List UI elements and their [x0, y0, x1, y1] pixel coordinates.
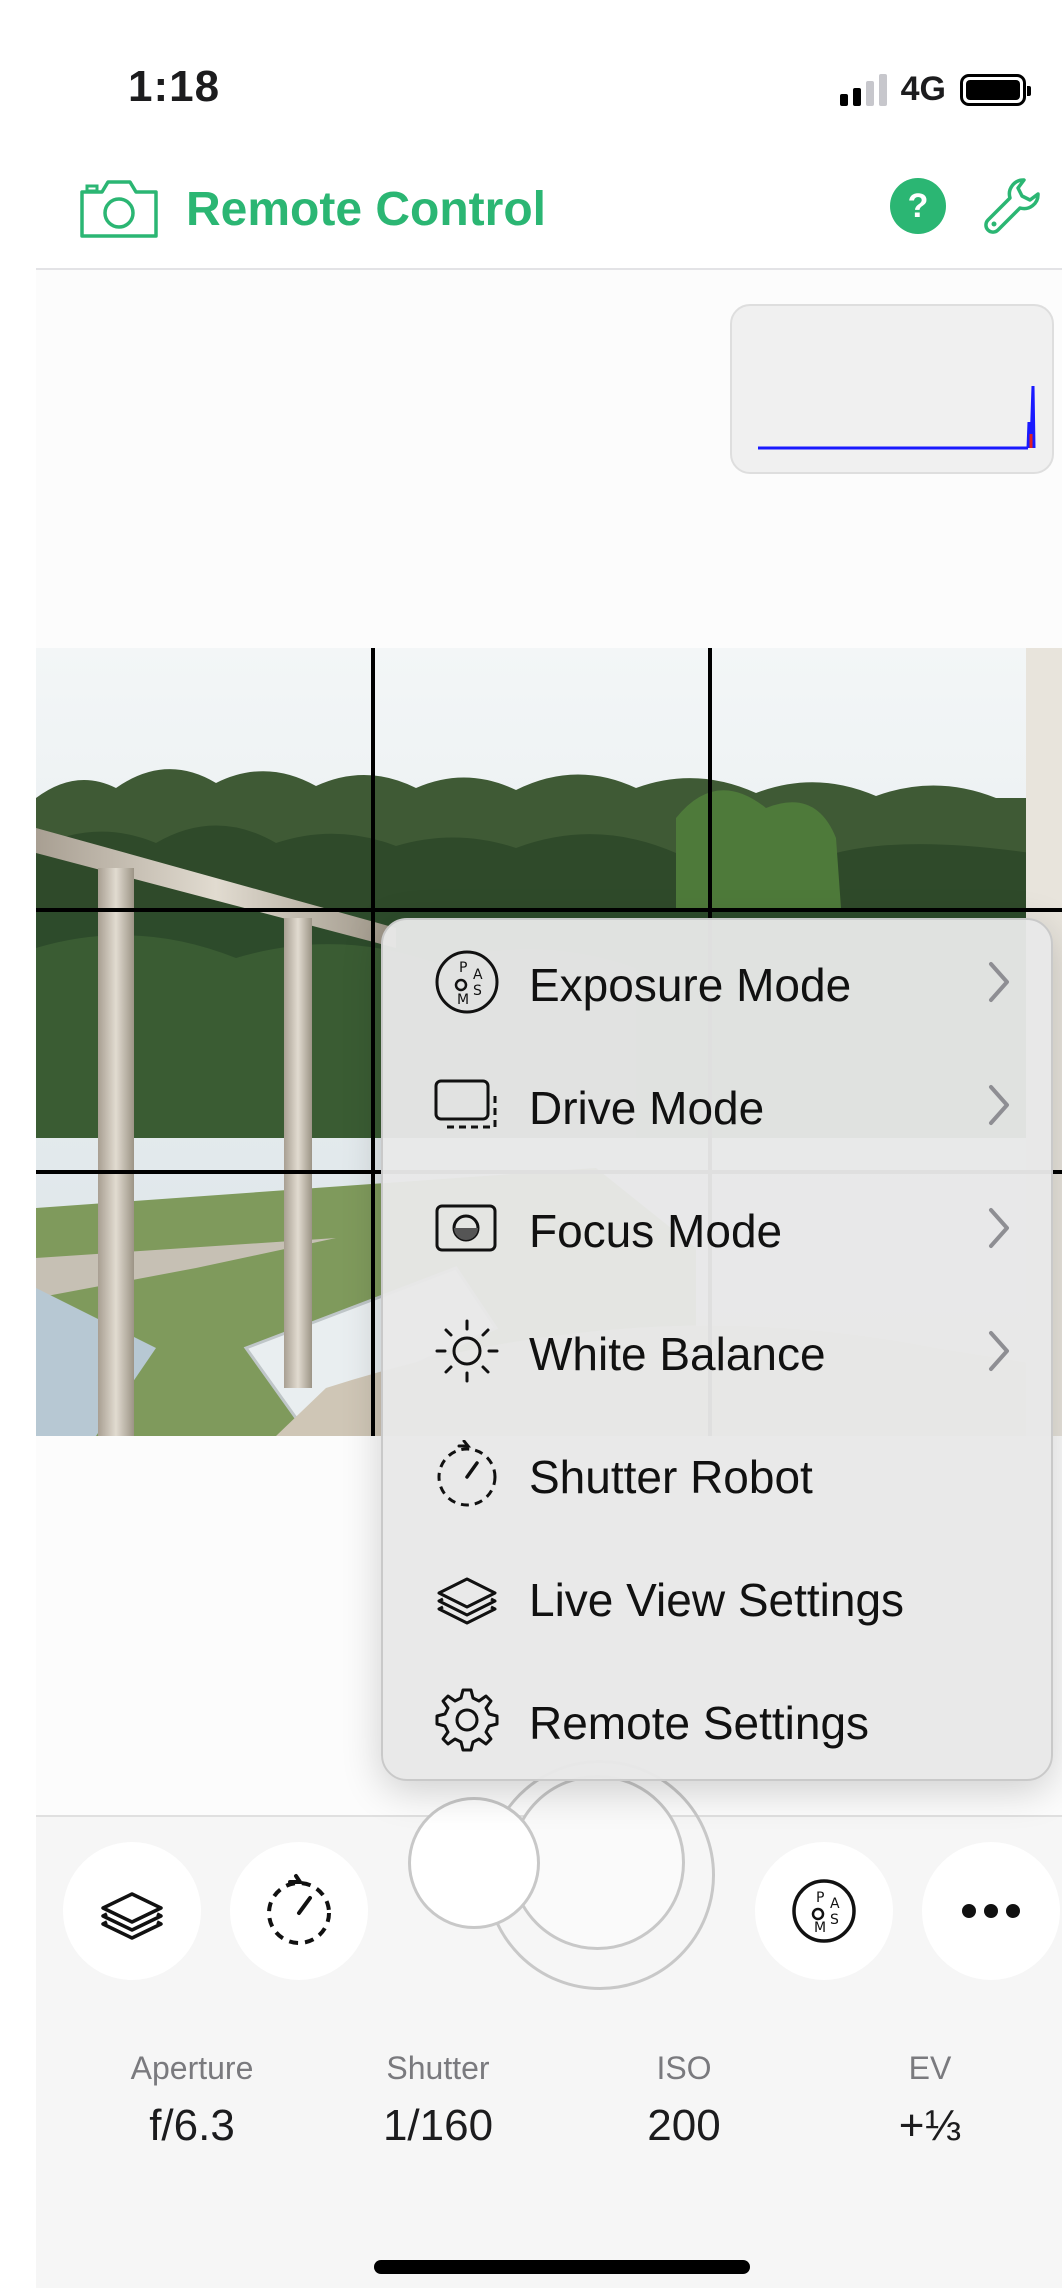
menu-item-label: Drive Mode — [529, 1082, 765, 1134]
exposure-mode-button[interactable]: P A S M — [755, 1842, 893, 1980]
timer-icon — [437, 1440, 497, 1507]
setting-value: +⅓ — [898, 2101, 962, 2150]
gear-icon — [435, 1688, 499, 1752]
menu-item-live-view-settings[interactable]: Live View Settings — [383, 1535, 1051, 1658]
more-options-button[interactable] — [922, 1842, 1060, 1980]
menu-item-label: Live View Settings — [529, 1574, 905, 1626]
menu-item-label: Exposure Mode — [529, 959, 852, 1011]
drive-mode-icon — [434, 1079, 497, 1129]
cellular-signal-icon — [839, 73, 887, 106]
chevron-right-icon — [989, 1208, 1009, 1248]
menu-item-label: Focus Mode — [529, 1205, 783, 1257]
page-title: Remote Control — [186, 183, 546, 236]
setting-value: f/6.3 — [149, 2101, 235, 2150]
iso-setting[interactable]: ISO 200 — [584, 2050, 784, 2151]
exposure-mode-dial-icon: P A S M — [435, 950, 499, 1014]
menu-item-label: Remote Settings — [529, 1697, 870, 1749]
setting-label: EV — [908, 2050, 952, 2086]
setting-label: Aperture — [130, 2050, 254, 2086]
shutter-setting[interactable]: Shutter 1/160 — [338, 2050, 538, 2151]
home-indicator[interactable] — [374, 2260, 750, 2274]
setting-label: ISO — [656, 2050, 712, 2086]
setting-value: 200 — [647, 2101, 721, 2150]
aperture-setting[interactable]: Aperture f/6.3 — [92, 2050, 292, 2151]
svg-text:A: A — [473, 967, 483, 983]
menu-item-focus-mode[interactable]: Focus Mode — [383, 1166, 1051, 1289]
histogram — [730, 304, 1054, 474]
layers-icon — [101, 1892, 163, 1940]
network-type: 4G — [900, 70, 946, 108]
battery-icon — [960, 73, 1031, 106]
svg-text:A: A — [830, 1896, 840, 1912]
live-view-layers-button[interactable] — [63, 1842, 201, 1980]
chevron-right-icon — [989, 1331, 1009, 1371]
exposure-mode-dial-icon: P A S M — [792, 1879, 856, 1943]
sun-icon — [435, 1319, 499, 1383]
menu-item-drive-mode[interactable]: Drive Mode — [383, 1043, 1051, 1166]
help-button[interactable]: ? — [890, 178, 946, 234]
status-indicators: 4G — [839, 70, 1031, 109]
menu-item-label: Shutter Robot — [529, 1451, 813, 1503]
more-dots-icon — [962, 1904, 1020, 1918]
menu-item-label: White Balance — [529, 1328, 826, 1380]
setting-label: Shutter — [386, 2050, 490, 2086]
chevron-right-icon — [989, 962, 1009, 1002]
app-header: Remote Control ? — [36, 150, 1062, 270]
shutter-robot-button[interactable] — [230, 1842, 368, 1980]
ev-setting[interactable]: EV +⅓ — [830, 2050, 1030, 2151]
svg-text:M: M — [814, 1920, 826, 1936]
svg-text:M: M — [457, 992, 469, 1008]
svg-text:S: S — [830, 1912, 839, 1928]
menu-item-shutter-robot[interactable]: Shutter Robot — [383, 1412, 1051, 1535]
svg-text:P: P — [459, 960, 467, 976]
chevron-right-icon — [989, 1085, 1009, 1125]
quick-settings-menu: P A S M Exposure Mode Drive Mode Focus M… — [381, 918, 1053, 1781]
menu-item-white-balance[interactable]: White Balance — [383, 1289, 1051, 1412]
menu-item-exposure-mode[interactable]: P A S M Exposure Mode — [383, 920, 1051, 1043]
svg-text:P: P — [816, 1890, 824, 1906]
menu-item-remote-settings[interactable]: Remote Settings — [383, 1658, 1051, 1779]
wrench-settings-icon[interactable] — [980, 174, 1044, 238]
setting-value: 1/160 — [382, 2101, 494, 2150]
focus-mode-icon — [435, 1204, 497, 1252]
focus-button[interactable] — [408, 1797, 540, 1929]
timer-icon — [267, 1874, 331, 1945]
camera-icon — [80, 180, 158, 238]
status-time: 1:18 — [128, 62, 221, 111]
layers-icon — [437, 1577, 497, 1625]
svg-text:S: S — [473, 983, 482, 999]
status-bar: 1:18 4G — [0, 0, 1062, 150]
